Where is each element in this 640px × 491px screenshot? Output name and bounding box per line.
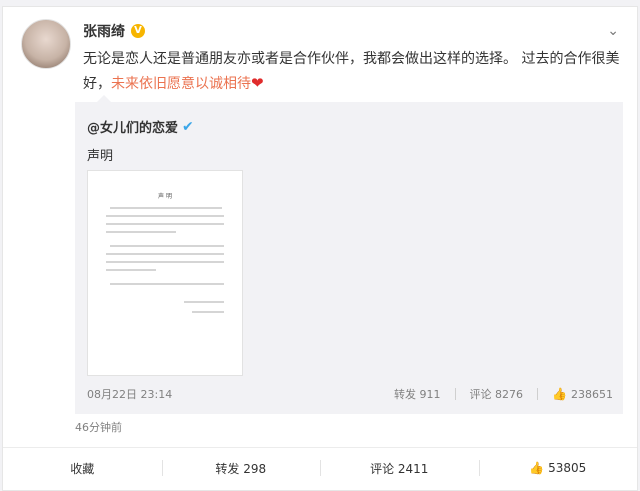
verified-badge-icon: V — [131, 24, 145, 38]
thumb-up-icon: 👍 — [552, 387, 567, 401]
quoted-like-button[interactable]: 👍 238651 — [552, 387, 613, 401]
quoted-comment-button[interactable]: 评论 8276 — [470, 386, 524, 402]
quoted-author-row: @女儿们的恋爱 ✔ — [87, 117, 194, 137]
doc-line — [106, 223, 224, 225]
doc-line — [106, 231, 176, 233]
post-text-highlight: 未来依旧愿意以诚相待 — [111, 76, 251, 92]
weibo-post-card: 张雨绮 V ⌄ 无论是恋人还是普通朋友亦或者是合作伙伴，我都会做出这样的选择。 … — [2, 6, 638, 491]
chevron-down-icon[interactable]: ⌄ — [607, 23, 619, 39]
quoted-repost-button[interactable]: 转发 911 — [394, 386, 441, 402]
post-text: 无论是恋人还是普通朋友亦或者是合作伙伴，我都会做出这样的选择。 过去的合作很美好… — [83, 47, 623, 96]
doc-line — [106, 261, 224, 263]
avatar[interactable] — [21, 19, 71, 69]
quoted-text: 声明 — [87, 149, 114, 164]
action-bar: 收藏 转发 298 评论 2411 👍 53805 — [3, 447, 637, 488]
repost-label: 转发 298 — [215, 461, 267, 476]
doc-line — [192, 311, 224, 313]
doc-line — [110, 245, 224, 247]
doc-line — [106, 253, 224, 255]
blue-v-icon: ✔ — [182, 118, 194, 135]
quoted-post: @女儿们的恋爱 ✔ 声明 声 明 08月22日 23:14 转发 911 评论 … — [75, 95, 623, 414]
quoted-date: 08月22日 23:14 — [87, 388, 173, 401]
statement-image[interactable]: 声 明 — [87, 170, 243, 376]
doc-line — [106, 215, 224, 217]
like-button[interactable]: 👍 53805 — [478, 448, 638, 488]
doc-line — [110, 207, 222, 209]
quoted-like-count: 238651 — [571, 388, 613, 401]
author-name[interactable]: 张雨绮 — [83, 21, 125, 41]
quoted-author-name[interactable]: @女儿们的恋爱 — [87, 117, 178, 136]
favorite-button[interactable]: 收藏 — [3, 448, 162, 488]
doc-line — [110, 283, 224, 285]
thumb-up-icon: 👍 — [529, 461, 545, 475]
favorite-label: 收藏 — [70, 461, 95, 476]
author-row: 张雨绮 V — [83, 21, 145, 41]
comment-label: 评论 2411 — [370, 461, 429, 476]
quoted-stats: 转发 911 评论 8276 👍 238651 — [394, 386, 613, 402]
comment-button[interactable]: 评论 2411 — [320, 448, 479, 488]
doc-line — [184, 301, 224, 303]
heart-icon: ❤ — [251, 74, 264, 92]
post-time[interactable]: 46分钟前 — [75, 419, 122, 435]
divider — [537, 388, 539, 400]
quoted-arrow — [97, 95, 111, 102]
statement-image-title: 声 明 — [158, 193, 172, 200]
doc-line — [106, 269, 156, 271]
divider — [454, 388, 456, 400]
repost-button[interactable]: 转发 298 — [161, 448, 321, 488]
like-count: 53805 — [548, 461, 587, 475]
